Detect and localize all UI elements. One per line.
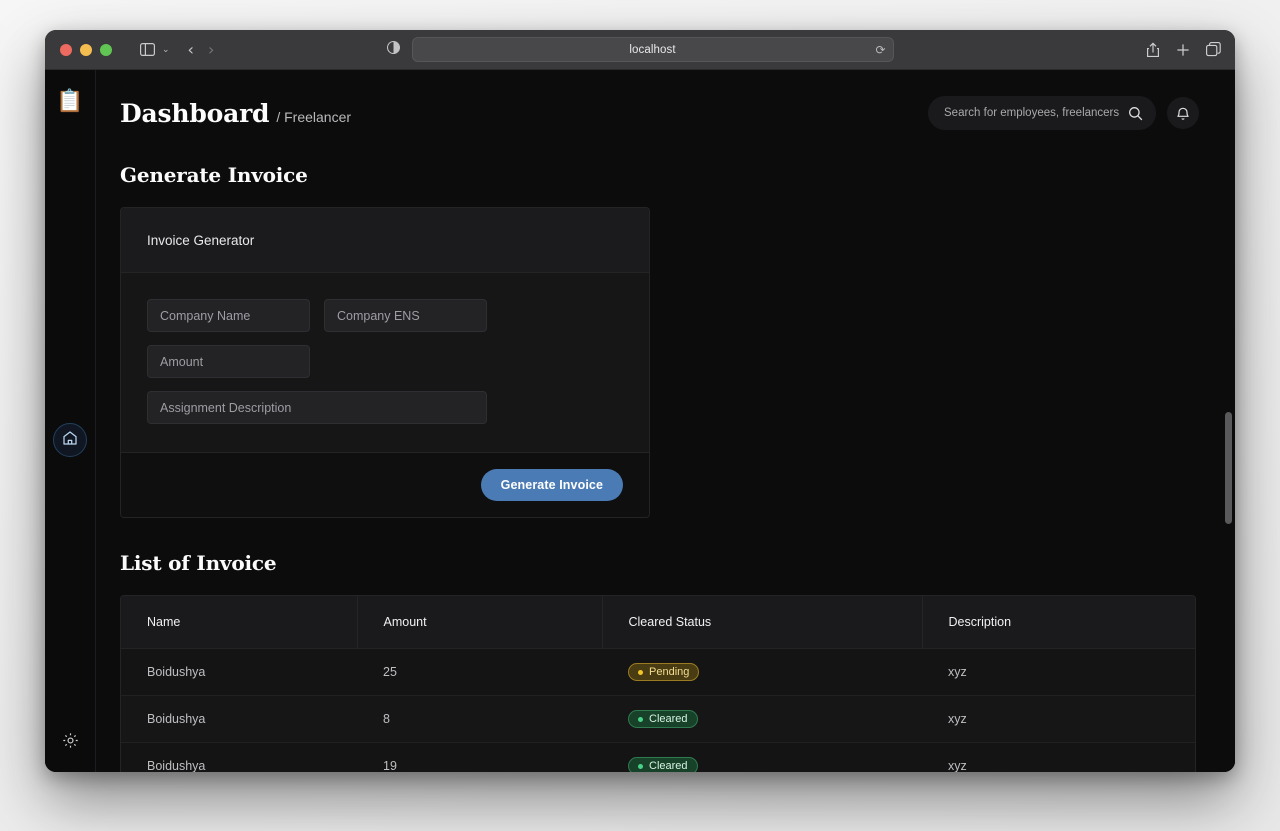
minimize-window-button[interactable]: [80, 43, 92, 56]
search-icon[interactable]: [1128, 106, 1143, 121]
maximize-window-button[interactable]: [100, 43, 112, 56]
status-dot-icon: [638, 716, 643, 722]
invoice-generator-card: Invoice Generator Generate Invoice: [120, 207, 650, 518]
cell-status: Cleared: [602, 742, 922, 772]
assignment-description-input[interactable]: [147, 391, 487, 424]
column-header-description: Description: [922, 596, 1195, 649]
page-subtitle: / Freelancer: [276, 108, 352, 125]
cell-amount: 8: [357, 695, 602, 743]
cell-status: Cleared: [602, 695, 922, 743]
generate-invoice-button[interactable]: Generate Invoice: [480, 469, 623, 501]
plus-icon[interactable]: [1176, 43, 1190, 57]
status-label: Cleared: [649, 713, 688, 725]
gear-icon: [62, 732, 79, 754]
cell-name: Boidushya: [121, 742, 357, 772]
forward-arrow-icon[interactable]: ›: [208, 40, 214, 59]
status-badge: Pending: [628, 663, 700, 681]
cell-description: xyz: [922, 695, 1195, 743]
table-row[interactable]: Boidushya 25 Pending xyz: [121, 648, 1195, 696]
bell-icon: [1176, 106, 1190, 121]
browser-toolbar: ⌄ ‹ › localhost ⟳: [45, 30, 1235, 70]
navigation-arrows: ‹ ›: [188, 40, 215, 59]
card-header: Invoice Generator: [121, 208, 649, 273]
cell-description: xyz: [922, 648, 1195, 696]
sidebar-item-home[interactable]: [53, 423, 87, 457]
table-row[interactable]: Boidushya 8 Cleared xyz: [121, 695, 1195, 743]
status-badge: Cleared: [628, 757, 698, 772]
status-label: Pending: [649, 666, 690, 678]
company-name-input[interactable]: [147, 299, 310, 332]
sidebar-toggle-icon[interactable]: [134, 38, 160, 62]
share-icon[interactable]: [1146, 41, 1160, 58]
cell-status: Pending: [602, 648, 922, 696]
scrollbar-thumb[interactable]: [1225, 412, 1232, 524]
chevron-down-icon[interactable]: ⌄: [162, 44, 170, 55]
column-header-amount: Amount: [357, 596, 603, 649]
status-dot-icon: [638, 669, 643, 675]
table-row[interactable]: Boidushya 19 Cleared xyz: [121, 742, 1195, 772]
page-title: Dashboard: [120, 98, 270, 128]
page-header: Dashboard / Freelancer: [96, 70, 1235, 130]
cell-description: xyz: [922, 742, 1195, 772]
cell-amount: 25: [357, 648, 602, 696]
browser-window: ⌄ ‹ › localhost ⟳ 📋 Dashboard / Freelanc…: [45, 30, 1235, 772]
breadcrumb: Dashboard / Freelancer: [120, 99, 351, 128]
close-window-button[interactable]: [60, 43, 72, 56]
traffic-lights: [60, 43, 112, 56]
search-input[interactable]: [944, 107, 1120, 119]
status-badge: Cleared: [628, 710, 698, 728]
list-of-invoice-heading: List of Invoice: [120, 551, 277, 575]
status-dot-icon: [638, 763, 643, 769]
search-box[interactable]: [928, 96, 1156, 130]
notifications-button[interactable]: [1167, 97, 1199, 129]
amount-input[interactable]: [147, 345, 310, 378]
address-bar-text: localhost: [629, 43, 676, 56]
card-body: [121, 273, 649, 453]
main-content: Dashboard / Freelancer Search for employ…: [96, 70, 1235, 772]
app-root: 📋 Dashboard / Freelancer Search for empl…: [45, 70, 1235, 772]
company-ens-input[interactable]: [324, 299, 487, 332]
page-scrollbar[interactable]: [1225, 72, 1232, 770]
card-footer: Generate Invoice: [121, 453, 649, 517]
back-arrow-icon[interactable]: ‹: [188, 40, 194, 59]
table-header: Name Amount Cleared Status Description: [121, 596, 1195, 649]
column-header-name: Name: [121, 596, 358, 649]
status-label: Cleared: [649, 760, 688, 772]
generate-invoice-heading: Generate Invoice: [120, 163, 308, 187]
invoice-table: Name Amount Cleared Status Description B…: [120, 595, 1196, 772]
card-title: Invoice Generator: [147, 232, 255, 248]
table-body: Boidushya 25 Pending xyz Boidushya 8 Cle…: [121, 648, 1195, 772]
column-header-status: Cleared Status: [602, 596, 923, 649]
home-icon: [62, 430, 78, 451]
cell-amount: 19: [357, 742, 602, 772]
cell-name: Boidushya: [121, 648, 357, 696]
cell-name: Boidushya: [121, 695, 357, 743]
reader-view-icon[interactable]: [386, 40, 400, 59]
app-sidebar: 📋: [45, 70, 96, 772]
reload-icon[interactable]: ⟳: [875, 43, 885, 57]
address-bar[interactable]: localhost ⟳: [411, 37, 894, 62]
sidebar-item-settings[interactable]: [62, 732, 79, 754]
tab-overview-icon[interactable]: [1206, 42, 1221, 57]
app-logo-icon: 📋: [56, 88, 84, 113]
